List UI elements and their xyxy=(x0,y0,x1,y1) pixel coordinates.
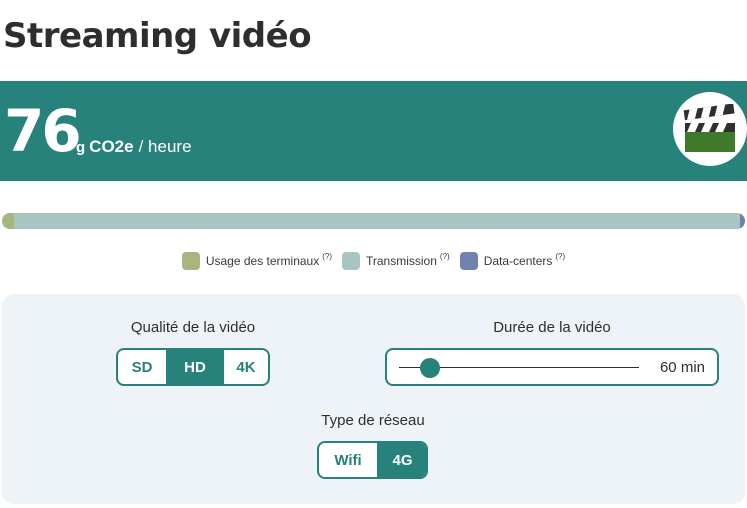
duration-slider: 60 min xyxy=(385,348,719,386)
clapperboard-icon xyxy=(673,92,747,166)
footprint-banner xyxy=(0,81,747,181)
footprint-unit: g CO2e / heure xyxy=(76,136,192,159)
unit-grams: g xyxy=(76,139,86,156)
quality-label: Qualité de la vidéo xyxy=(130,319,256,336)
legend: Usage des terminaux (?) Transmission (?)… xyxy=(0,252,747,270)
help-icon[interactable]: (?) xyxy=(440,252,450,261)
network-selector: Wifi 4G xyxy=(317,441,428,479)
quality-option-4k[interactable]: 4K xyxy=(222,350,268,384)
emissions-breakdown-bar xyxy=(2,213,745,229)
help-icon[interactable]: (?) xyxy=(322,252,332,261)
legend-label: Usage des terminaux xyxy=(205,254,320,268)
legend-label: Transmission xyxy=(366,254,437,268)
network-label: Type de réseau xyxy=(321,412,425,429)
segment-datacenters xyxy=(739,213,745,229)
legend-swatch xyxy=(181,252,200,270)
quality-option-hd[interactable]: HD xyxy=(166,350,222,384)
quality-selector: SD HD 4K xyxy=(116,348,270,386)
legend-item-transmission: Transmission (?) xyxy=(342,252,450,270)
unit-per-hour: / heure xyxy=(138,137,192,156)
legend-item-terminaux: Usage des terminaux (?) xyxy=(181,252,332,270)
page-title: Streaming vidéo xyxy=(3,16,312,56)
help-icon[interactable]: (?) xyxy=(555,252,565,261)
legend-item-datacenters: Data-centers (?) xyxy=(459,252,565,270)
footprint-value: 76 xyxy=(4,97,82,165)
legend-swatch xyxy=(459,252,478,270)
duration-value: 60 min xyxy=(659,359,705,376)
quality-option-sd[interactable]: SD xyxy=(118,350,166,384)
slider-handle[interactable] xyxy=(420,358,441,378)
network-option-4g[interactable]: 4G xyxy=(377,443,426,477)
duration-label: Durée de la vidéo xyxy=(493,319,611,336)
segment-terminaux xyxy=(2,213,14,229)
network-option-wifi[interactable]: Wifi xyxy=(319,443,377,477)
legend-swatch xyxy=(342,252,360,270)
legend-label: Data-centers xyxy=(483,254,553,268)
unit-co2e: CO2e xyxy=(89,137,134,156)
segment-transmission xyxy=(13,213,740,229)
